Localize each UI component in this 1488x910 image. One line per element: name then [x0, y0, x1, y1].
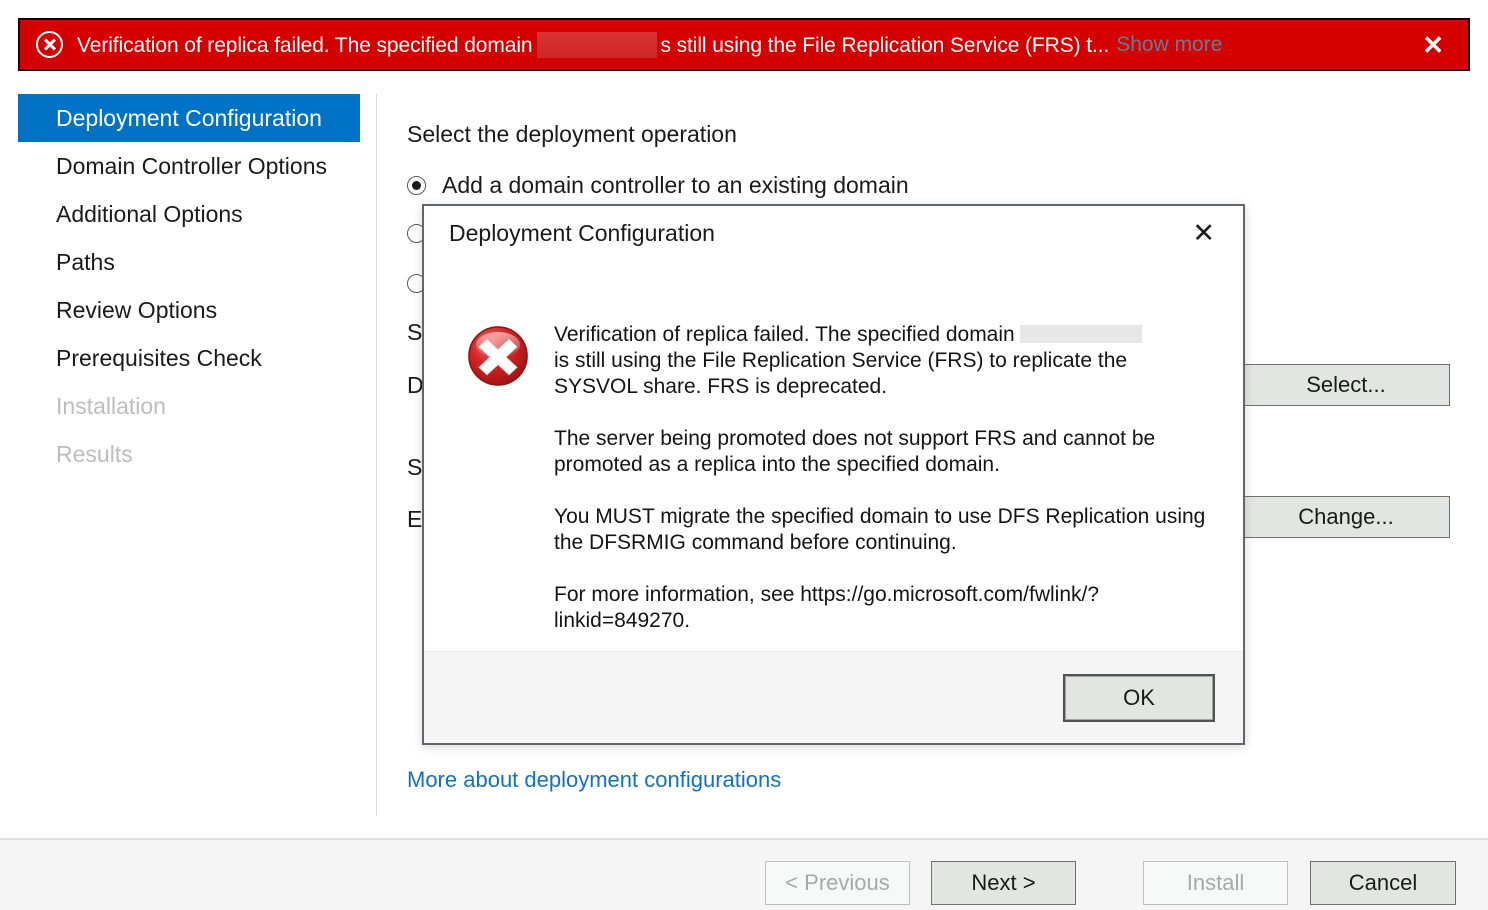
next-button[interactable]: Next > — [931, 861, 1076, 905]
error-banner-text-after: s still using the File Replication Servi… — [660, 33, 1110, 57]
wizard-window: Verification of replica failed. The spec… — [0, 0, 1488, 910]
field-label-4: E — [407, 506, 423, 532]
install-button: Install — [1143, 861, 1288, 905]
wizard-sidebar: Deployment Configuration Domain Controll… — [0, 94, 377, 816]
sidebar-item-additional-options[interactable]: Additional Options — [0, 190, 376, 238]
show-more-link[interactable]: Show more — [1116, 33, 1222, 57]
sidebar-item-installation: Installation — [0, 382, 376, 430]
sidebar-item-deployment-configuration[interactable]: Deployment Configuration — [18, 94, 360, 142]
radio-add-domain-controller[interactable]: Add a domain controller to an existing d… — [407, 172, 909, 199]
redaction-block-banner — [536, 31, 657, 58]
wizard-footer: < Previous Next > Install Cancel — [0, 838, 1488, 910]
dialog-body: Verification of replica failed. The spec… — [424, 260, 1243, 651]
radio-indicator-icon — [407, 176, 426, 195]
sidebar-item-label: Review Options — [56, 296, 218, 323]
dialog-message: Verification of replica failed. The spec… — [554, 322, 1211, 651]
redaction-block-dialog — [1019, 325, 1142, 343]
sidebar-item-label: Paths — [56, 248, 115, 275]
sidebar-item-label: Additional Options — [56, 200, 243, 227]
previous-button: < Previous — [765, 861, 910, 905]
change-button[interactable]: Change... — [1242, 496, 1450, 538]
sidebar-item-review-options[interactable]: Review Options — [0, 286, 376, 334]
sidebar-item-label: Installation — [56, 392, 166, 419]
dialog-paragraph-1: Verification of replica failed. The spec… — [554, 322, 1211, 400]
cancel-button[interactable]: Cancel — [1310, 861, 1456, 905]
field-label-1: S — [407, 319, 423, 345]
radio-label: Add a domain controller to an existing d… — [442, 172, 909, 198]
dialog-paragraph-1-before: Verification of replica failed. The spec… — [554, 323, 1015, 346]
deployment-configuration-dialog: Deployment Configuration ✕ Verification … — [422, 204, 1245, 745]
sidebar-item-label: Results — [56, 440, 133, 467]
sidebar-item-label: Prerequisites Check — [56, 344, 262, 371]
sidebar-item-paths[interactable]: Paths — [0, 238, 376, 286]
sidebar-item-label: Domain Controller Options — [56, 152, 328, 179]
dialog-paragraph-1-after: is still using the File Replication Serv… — [554, 349, 1128, 398]
dialog-paragraph-4: For more information, see https://go.mic… — [554, 583, 1100, 632]
dialog-paragraph-3: You MUST migrate the specified domain to… — [554, 505, 1206, 554]
sidebar-item-domain-controller-options[interactable]: Domain Controller Options — [0, 142, 376, 190]
select-button[interactable]: Select... — [1242, 364, 1450, 406]
error-banner: Verification of replica failed. The spec… — [18, 18, 1470, 71]
dialog-paragraph-2: The server being promoted does not suppo… — [554, 427, 1156, 476]
field-label-3: S — [407, 454, 423, 480]
ok-button[interactable]: OK — [1063, 673, 1215, 722]
close-icon[interactable]: ✕ — [1182, 216, 1225, 251]
dialog-title-bar: Deployment Configuration ✕ — [424, 206, 1243, 260]
more-about-deployment-configurations-link[interactable]: More about deployment configurations — [407, 767, 781, 793]
error-circle-x-icon — [36, 31, 63, 58]
error-banner-text-before: Verification of replica failed. The spec… — [77, 33, 533, 57]
dialog-footer: OK — [424, 651, 1243, 743]
close-icon[interactable]: ✕ — [1400, 32, 1454, 58]
sidebar-item-results: Results — [0, 430, 376, 478]
page-title: Select the deployment operation — [407, 121, 737, 147]
dialog-title: Deployment Configuration — [449, 219, 715, 246]
sidebar-item-label: Deployment Configuration — [56, 104, 322, 131]
sidebar-item-prerequisites-check[interactable]: Prerequisites Check — [0, 334, 376, 382]
error-banner-text: Verification of replica failed. The spec… — [77, 31, 1110, 58]
error-circle-x-icon — [468, 326, 528, 386]
